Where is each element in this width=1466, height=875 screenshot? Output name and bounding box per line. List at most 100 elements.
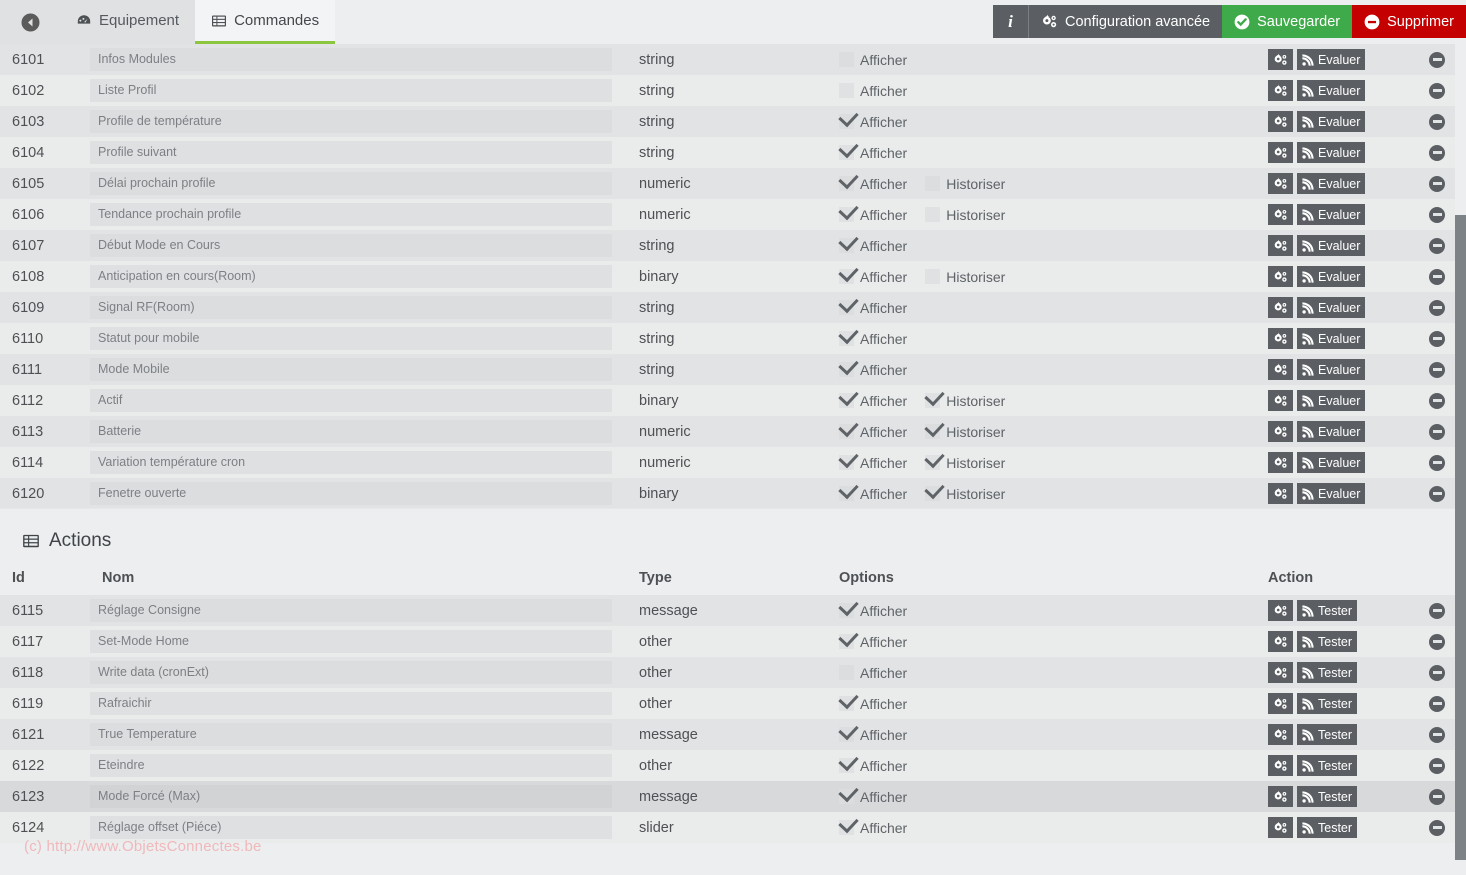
row-eval-button[interactable]: Evaluer [1297,204,1366,225]
row-name-input[interactable] [90,141,612,164]
checkbox-historiser[interactable] [925,393,941,408]
checkbox-afficher[interactable] [839,486,854,501]
row-remove-button[interactable] [1429,757,1445,774]
row-remove-button[interactable] [1429,485,1445,502]
row-test-button[interactable]: Tester [1297,662,1358,683]
row-name-input[interactable] [90,661,612,684]
row-test-button[interactable]: Tester [1297,724,1358,745]
row-remove-button[interactable] [1429,82,1445,99]
row-name-input[interactable] [90,110,612,133]
checkbox-afficher[interactable] [839,665,854,680]
col-header-options[interactable]: Options [830,562,1260,595]
row-name-input[interactable] [90,482,612,505]
row-name-input[interactable] [90,296,612,319]
row-test-button[interactable]: Tester [1297,631,1358,652]
advanced-config-button[interactable]: Configuration avancée [1028,5,1223,38]
row-name-input[interactable] [90,48,612,71]
table-row[interactable]: 6118 other Afficher Tester [0,657,1455,688]
row-config-button[interactable] [1268,328,1293,349]
back-button[interactable] [0,0,60,44]
row-eval-button[interactable]: Evaluer [1297,297,1366,318]
table-row[interactable]: 6108 binary Afficher Historiser Evaluer [0,261,1455,292]
row-config-button[interactable] [1268,817,1293,838]
checkbox-afficher[interactable] [839,455,854,470]
checkbox-afficher[interactable] [839,83,854,98]
checkbox-afficher[interactable] [839,603,854,618]
checkbox-historiser[interactable] [925,455,941,470]
table-row[interactable]: 6113 numeric Afficher Historiser Evaluer [0,416,1455,447]
checkbox-afficher[interactable] [839,114,854,129]
row-config-button[interactable] [1268,111,1293,132]
checkbox-afficher[interactable] [839,269,854,284]
row-name-input[interactable] [90,754,612,777]
checkbox-afficher[interactable] [839,634,854,649]
checkbox-afficher[interactable] [839,820,854,835]
row-config-button[interactable] [1268,693,1293,714]
table-row[interactable]: 6122 other Afficher Tester [0,750,1455,781]
table-row[interactable]: 6109 string Afficher Evaluer [0,292,1455,323]
row-eval-button[interactable]: Evaluer [1297,421,1366,442]
row-config-button[interactable] [1268,173,1293,194]
vertical-scrollbar-thumb[interactable] [1455,215,1466,860]
checkbox-afficher[interactable] [839,758,854,773]
row-remove-button[interactable] [1429,602,1445,619]
checkbox-afficher[interactable] [839,238,854,253]
row-eval-button[interactable]: Evaluer [1297,359,1366,380]
table-row[interactable]: 6124 slider Afficher Tester [0,812,1455,843]
row-name-input[interactable] [90,203,612,226]
row-config-button[interactable] [1268,204,1293,225]
row-eval-button[interactable]: Evaluer [1297,80,1366,101]
row-config-button[interactable] [1268,297,1293,318]
row-name-input[interactable] [90,327,612,350]
row-eval-button[interactable]: Evaluer [1297,483,1366,504]
row-test-button[interactable]: Tester [1297,817,1358,838]
row-test-button[interactable]: Tester [1297,693,1358,714]
row-config-button[interactable] [1268,600,1293,621]
row-test-button[interactable]: Tester [1297,786,1358,807]
checkbox-historiser[interactable] [925,486,941,501]
table-row[interactable]: 6120 binary Afficher Historiser Evaluer [0,478,1455,508]
row-remove-button[interactable] [1429,330,1445,347]
checkbox-afficher[interactable] [839,300,854,315]
row-remove-button[interactable] [1429,51,1445,68]
row-remove-button[interactable] [1429,633,1445,650]
table-row[interactable]: 6107 string Afficher Evaluer [0,230,1455,261]
row-remove-button[interactable] [1429,237,1445,254]
row-eval-button[interactable]: Evaluer [1297,266,1366,287]
row-remove-button[interactable] [1429,113,1445,130]
checkbox-afficher[interactable] [839,331,854,346]
row-config-button[interactable] [1268,755,1293,776]
row-config-button[interactable] [1268,631,1293,652]
row-remove-button[interactable] [1429,392,1445,409]
delete-button[interactable]: Supprimer [1352,5,1466,38]
row-name-input[interactable] [90,692,612,715]
row-name-input[interactable] [90,79,612,102]
row-eval-button[interactable]: Evaluer [1297,111,1366,132]
row-eval-button[interactable]: Evaluer [1297,235,1366,256]
checkbox-historiser[interactable] [925,207,941,222]
row-remove-button[interactable] [1429,695,1445,712]
col-header-nom[interactable]: Nom [90,562,630,595]
col-header-type[interactable]: Type [630,562,830,595]
row-config-button[interactable] [1268,266,1293,287]
table-row[interactable]: 6112 binary Afficher Historiser Evaluer [0,385,1455,416]
save-button[interactable]: Sauvegarder [1222,5,1353,38]
row-name-input[interactable] [90,723,612,746]
row-eval-button[interactable]: Evaluer [1297,390,1366,411]
row-config-button[interactable] [1268,786,1293,807]
row-name-input[interactable] [90,172,612,195]
row-config-button[interactable] [1268,421,1293,442]
row-eval-button[interactable]: Evaluer [1297,452,1366,473]
row-name-input[interactable] [90,420,612,443]
row-remove-button[interactable] [1429,206,1445,223]
table-row[interactable]: 6123 message Afficher Tester [0,781,1455,812]
table-row[interactable]: 6104 string Afficher Evaluer [0,137,1455,168]
row-config-button[interactable] [1268,359,1293,380]
table-row[interactable]: 6105 numeric Afficher Historiser Evaluer [0,168,1455,199]
row-eval-button[interactable]: Evaluer [1297,328,1366,349]
table-row[interactable]: 6111 string Afficher Evaluer [0,354,1455,385]
row-name-input[interactable] [90,816,612,839]
row-config-button[interactable] [1268,49,1293,70]
row-remove-button[interactable] [1429,299,1445,316]
checkbox-afficher[interactable] [839,176,854,191]
